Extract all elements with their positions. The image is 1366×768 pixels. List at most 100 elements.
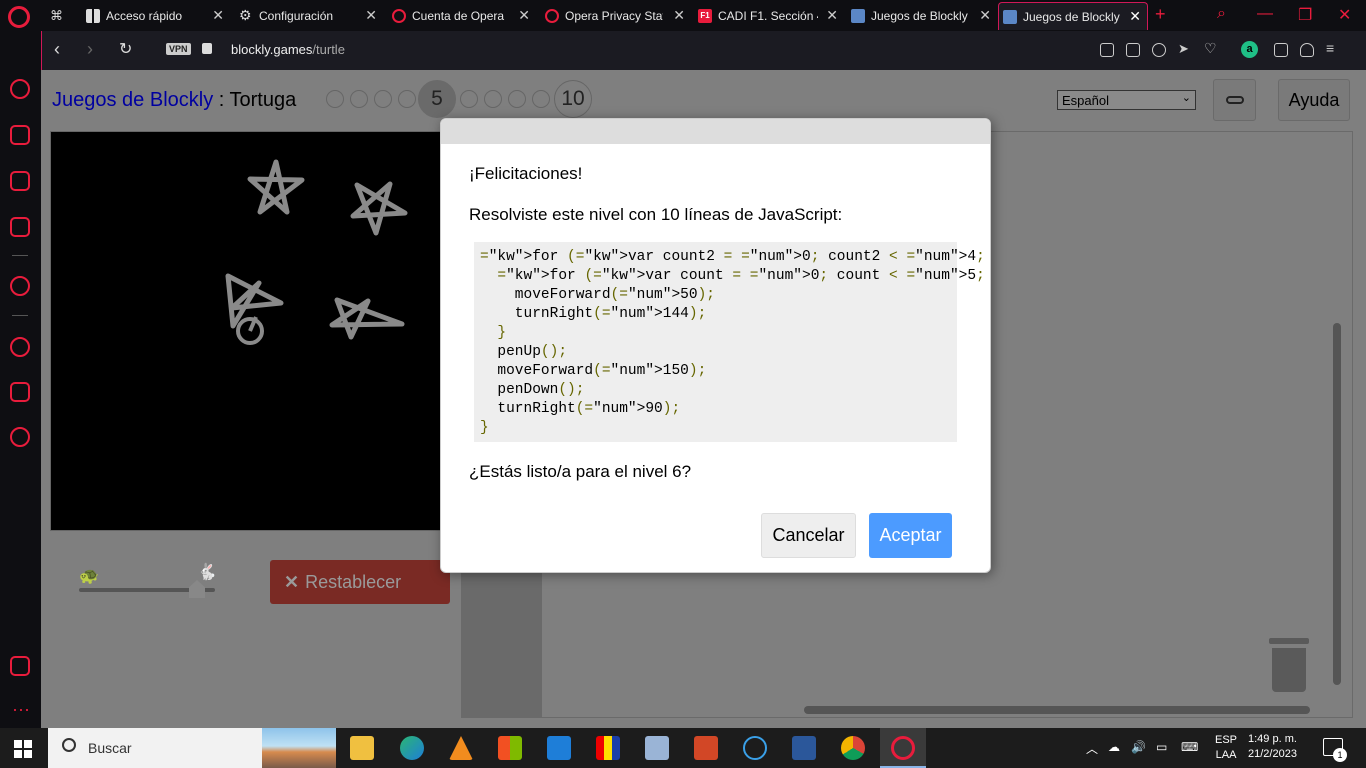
sidebar-divider bbox=[12, 315, 28, 316]
cloud-icon[interactable]: ☁ bbox=[1108, 740, 1120, 754]
language-select[interactable]: Español ⌄ bbox=[1057, 90, 1196, 110]
remote-app-icon[interactable] bbox=[645, 736, 669, 760]
history-icon[interactable] bbox=[10, 337, 30, 357]
url-field[interactable]: blockly.games/turtle bbox=[231, 42, 345, 57]
tab-configuracion[interactable]: ⚙ Configuración ✕ bbox=[235, 2, 383, 30]
player-icon[interactable] bbox=[10, 276, 30, 296]
restore-icon[interactable]: ❐ bbox=[1298, 5, 1312, 25]
keyboard-icon[interactable]: ⌨ bbox=[1181, 740, 1198, 754]
level-dot-7[interactable] bbox=[484, 90, 502, 108]
level-dot-6[interactable] bbox=[460, 90, 478, 108]
windows-start-icon[interactable] bbox=[14, 740, 32, 758]
opera-logo-icon[interactable] bbox=[8, 6, 30, 28]
taskbar-search-box[interactable]: Buscar bbox=[48, 728, 336, 768]
tab-cuenta-opera[interactable]: Cuenta de Opera ✕ bbox=[388, 2, 536, 30]
tab-label: Opera Privacy State bbox=[565, 9, 663, 23]
reload-icon[interactable]: ↻ bbox=[119, 39, 132, 59]
gamepad-icon[interactable]: ⌘ bbox=[50, 8, 68, 23]
cube-icon[interactable] bbox=[1274, 43, 1288, 57]
heart-icon[interactable]: ♡ bbox=[1204, 40, 1218, 56]
tab-acceso-rapido[interactable]: Acceso rápido ✕ bbox=[82, 2, 230, 30]
network-icon[interactable]: ▭ bbox=[1156, 740, 1167, 754]
lang-bottom: LAA bbox=[1215, 749, 1237, 761]
close-window-icon[interactable]: ✕ bbox=[1338, 5, 1351, 25]
level-dot-3[interactable] bbox=[374, 90, 392, 108]
account-icon[interactable]: a bbox=[1241, 41, 1258, 58]
link-button[interactable] bbox=[1213, 79, 1256, 121]
close-icon[interactable]: ✕ bbox=[673, 7, 685, 24]
speed-dial-icon[interactable] bbox=[10, 79, 30, 99]
volume-icon[interactable]: 🔊 bbox=[1131, 740, 1146, 754]
input-language[interactable]: ESP LAA bbox=[1215, 733, 1237, 763]
easy-setup-icon[interactable]: ≡ bbox=[1326, 40, 1340, 56]
tab-juegos-blockly-1[interactable]: Juegos de Blockly ✕ bbox=[847, 2, 997, 30]
address-bar: ‹ › ↻ VPN blockly.games/turtle ➤ ♡ a ≡ bbox=[41, 31, 1366, 70]
speed-slider-thumb[interactable] bbox=[189, 580, 205, 598]
level-dot-4[interactable] bbox=[398, 90, 416, 108]
workspace-icon[interactable] bbox=[10, 125, 30, 145]
ccleaner-icon[interactable] bbox=[743, 736, 767, 760]
blockly-games-link[interactable]: Juegos de Blockly bbox=[52, 89, 213, 111]
level-dot-8[interactable] bbox=[508, 90, 526, 108]
store-icon[interactable] bbox=[498, 736, 522, 760]
level-current[interactable]: 5 bbox=[418, 80, 456, 118]
dialog-header[interactable] bbox=[441, 119, 990, 144]
search-tabs-icon[interactable]: ⌕ bbox=[1217, 5, 1226, 23]
tab-cadi-f1[interactable]: F1 CADI F1. Sección 4 ✕ bbox=[694, 2, 844, 30]
tab-juegos-blockly-active[interactable]: Juegos de Blockly ✕ bbox=[998, 2, 1148, 30]
back-icon[interactable]: ‹ bbox=[54, 39, 60, 60]
profile-icon[interactable] bbox=[1300, 43, 1314, 57]
sidebar-divider bbox=[12, 255, 28, 256]
opera-taskbar-button[interactable] bbox=[880, 728, 926, 768]
adblock-icon[interactable] bbox=[1152, 43, 1166, 57]
new-tab-icon[interactable]: + bbox=[1155, 4, 1166, 25]
close-icon[interactable]: ✕ bbox=[979, 7, 991, 24]
level-dot-9[interactable] bbox=[532, 90, 550, 108]
trash-icon[interactable] bbox=[1269, 638, 1309, 692]
tab-label: Cuenta de Opera bbox=[412, 9, 505, 23]
settings-icon[interactable] bbox=[10, 427, 30, 447]
gx-control-icon[interactable] bbox=[10, 217, 30, 237]
close-icon[interactable]: ✕ bbox=[518, 7, 530, 24]
tab-opera-privacy[interactable]: Opera Privacy State ✕ bbox=[541, 2, 691, 30]
level-dot-2[interactable] bbox=[350, 90, 368, 108]
code-line: turnRight(="num">144); bbox=[480, 306, 707, 322]
system-clock[interactable]: 1:49 p. m. 21/2/2023 bbox=[1248, 732, 1297, 762]
page-title: Juegos de Blockly : Tortuga bbox=[52, 89, 296, 112]
minimize-icon[interactable]: — bbox=[1257, 5, 1273, 23]
level-last[interactable]: 10 bbox=[554, 80, 592, 118]
close-icon[interactable]: ✕ bbox=[826, 7, 838, 24]
close-icon[interactable]: ✕ bbox=[365, 7, 377, 24]
wallpaper-icon[interactable] bbox=[10, 656, 30, 676]
share-icon[interactable] bbox=[1100, 43, 1114, 57]
workspace-vertical-scrollbar[interactable] bbox=[1333, 323, 1341, 685]
help-button[interactable]: Ayuda bbox=[1278, 79, 1350, 121]
cancel-button[interactable]: Cancelar bbox=[761, 513, 856, 558]
app-icon[interactable] bbox=[596, 736, 620, 760]
turtle-canvas bbox=[50, 131, 450, 531]
accept-button[interactable]: Aceptar bbox=[869, 513, 952, 558]
file-explorer-icon[interactable] bbox=[350, 736, 374, 760]
title-separator: : bbox=[213, 89, 230, 111]
edge-icon[interactable] bbox=[400, 736, 424, 760]
chrome-icon[interactable] bbox=[841, 736, 865, 760]
extensions-icon[interactable] bbox=[10, 382, 30, 402]
close-icon[interactable]: ✕ bbox=[212, 7, 224, 24]
word-icon[interactable] bbox=[792, 736, 816, 760]
windows-taskbar: Buscar ︿ ☁ 🔊 ▭ ⌨ ESP LAA 1:49 p. m. 21/2… bbox=[0, 728, 1366, 768]
vpn-badge[interactable]: VPN bbox=[166, 43, 191, 55]
more-icon[interactable]: ··· bbox=[12, 699, 30, 720]
tray-chevron-icon[interactable]: ︿ bbox=[1086, 740, 1098, 757]
twitch-icon[interactable] bbox=[10, 171, 30, 191]
close-icon[interactable]: ✕ bbox=[1129, 8, 1141, 25]
send-icon[interactable]: ➤ bbox=[1178, 41, 1192, 56]
level-dot-1[interactable] bbox=[326, 90, 344, 108]
vlc-icon[interactable] bbox=[449, 736, 473, 760]
workspace-horizontal-scrollbar[interactable] bbox=[804, 706, 1310, 714]
camera-icon[interactable] bbox=[1126, 43, 1140, 57]
lock-icon[interactable] bbox=[202, 43, 212, 54]
powerpoint-icon[interactable] bbox=[694, 736, 718, 760]
forward-icon[interactable]: › bbox=[87, 39, 93, 60]
reset-button[interactable]: ✕ Restablecer bbox=[270, 560, 450, 604]
mail-icon[interactable] bbox=[547, 736, 571, 760]
